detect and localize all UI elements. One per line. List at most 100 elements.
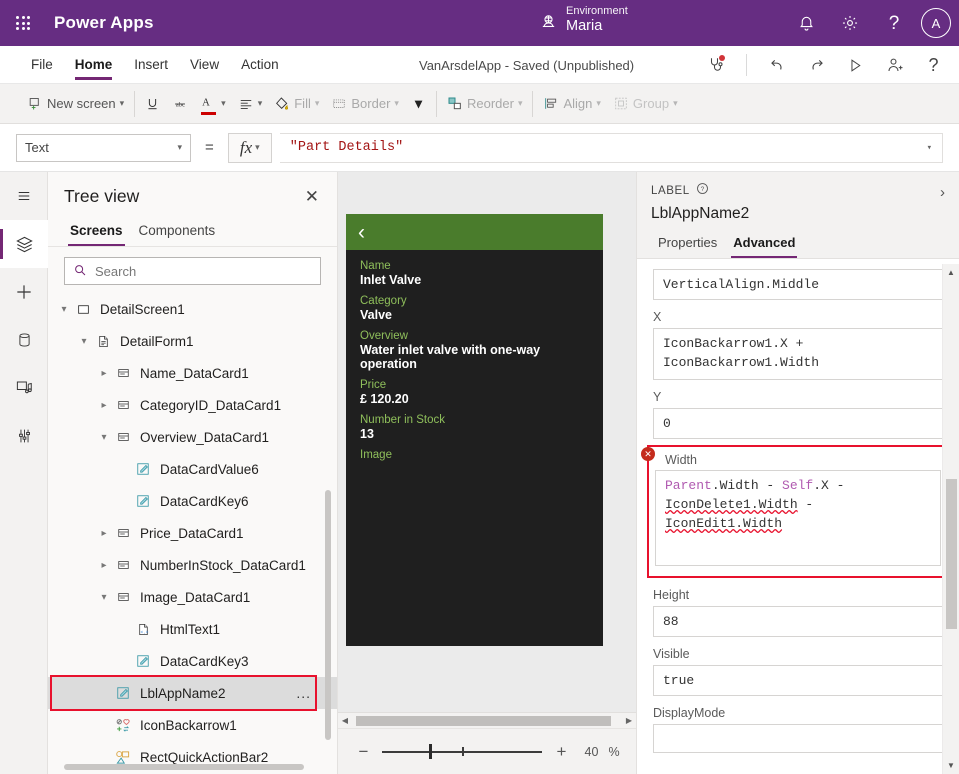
tree-node-overflow-menu[interactable]: ... — [296, 685, 311, 701]
tree-node-selected[interactable]: LblAppName2... — [48, 677, 337, 709]
formula-input[interactable]: "Part Details" ▾ — [280, 133, 943, 163]
tab-properties[interactable]: Properties — [651, 231, 724, 258]
tree-node-label: Image_DataCard1 — [134, 590, 250, 605]
new-screen-button[interactable]: New screen ▾ — [22, 89, 130, 119]
environment-selector[interactable]: Environment Maria — [540, 4, 628, 35]
chevron-down-icon: ▾ — [221, 98, 226, 109]
fx-dropdown-button[interactable]: fx ▾ — [228, 133, 272, 163]
underline-icon[interactable] — [139, 89, 166, 119]
property-input-verticalalign[interactable]: VerticalAlign.Middle — [653, 269, 943, 300]
border-button[interactable]: Border ▾ — [325, 89, 405, 119]
property-input-visible[interactable]: true — [653, 665, 943, 696]
chevron-down-icon[interactable]: ▾ — [927, 143, 932, 153]
label-edit-icon — [132, 654, 154, 668]
svg-text:abc: abc — [176, 101, 185, 108]
tree-node[interactable]: DataCardValue6 — [48, 453, 337, 485]
tree-node[interactable]: IconBackarrow1 — [48, 709, 337, 741]
tab-advanced[interactable]: Advanced — [726, 231, 802, 258]
canvas-horizontal-scrollbar[interactable]: ◀ ▶ — [338, 712, 636, 728]
media-icon[interactable] — [0, 364, 48, 412]
scroll-right-icon[interactable]: ▶ — [622, 716, 636, 725]
scroll-thumb[interactable] — [946, 479, 957, 629]
zoom-out-button[interactable]: − — [354, 742, 372, 762]
back-arrow-icon[interactable]: ‹ — [358, 222, 365, 243]
tree-view-layers-icon[interactable] — [0, 220, 48, 268]
question-icon[interactable]: ? — [873, 0, 915, 46]
tree-node[interactable]: ▸CategoryID_DataCard1 — [48, 389, 337, 421]
data-cylinder-icon[interactable] — [0, 316, 48, 364]
tab-components[interactable]: Components — [133, 219, 222, 246]
strikethrough-icon[interactable]: abc — [166, 89, 194, 119]
tree-node[interactable]: DataCardKey6 — [48, 485, 337, 517]
align-button[interactable]: Align ▾ — [537, 89, 606, 119]
properties-scrollbar[interactable]: ▲ ▼ — [942, 264, 959, 774]
app-checker-icon[interactable] — [696, 46, 735, 84]
scroll-left-icon[interactable]: ◀ — [338, 716, 352, 725]
bell-icon[interactable] — [785, 0, 827, 46]
gear-icon[interactable] — [829, 0, 871, 46]
tree-node[interactable]: DataCardKey3 — [48, 645, 337, 677]
help-question-icon[interactable]: ? — [914, 46, 953, 84]
property-input-displaymode[interactable] — [653, 724, 943, 753]
environment-icon — [540, 13, 557, 35]
chevron-down-icon[interactable]: ▾ — [96, 432, 112, 443]
app-preview-screen[interactable]: ‹ NameInlet ValveCategoryValveOverviewWa… — [346, 214, 603, 646]
tree-node[interactable]: <.>HtmlText1 — [48, 613, 337, 645]
chevron-down-icon[interactable]: ▾ — [56, 304, 72, 315]
tree-node[interactable]: ▾DetailScreen1 — [48, 293, 337, 325]
menu-item-insert[interactable]: Insert — [123, 46, 179, 84]
scroll-track[interactable] — [352, 716, 622, 726]
new-screen-label: New screen — [47, 96, 116, 111]
property-selector-dropdown[interactable]: Text ▾ — [16, 134, 191, 162]
chevron-down-icon[interactable]: ▾ — [76, 336, 92, 347]
hamburger-menu-icon[interactable] — [0, 172, 48, 220]
close-icon[interactable]: ✕ — [301, 186, 323, 207]
undo-icon[interactable] — [758, 46, 797, 84]
reorder-button[interactable]: Reorder ▾ — [441, 89, 529, 119]
zoom-slider-thumb[interactable] — [429, 744, 432, 759]
search-input[interactable]: Search — [64, 257, 321, 285]
preview-play-icon[interactable] — [836, 46, 875, 84]
menu-item-action[interactable]: Action — [230, 46, 290, 84]
zoom-in-button[interactable]: + — [552, 742, 570, 762]
chevron-right-icon[interactable]: ▸ — [96, 528, 112, 539]
tree-node[interactable]: ▸NumberInStock_DataCard1 — [48, 549, 337, 581]
tree-node[interactable]: ▾ Image_DataCard1 — [48, 581, 337, 613]
property-input-width[interactable]: Parent.Width - Self.X - IconDelete1.Widt… — [655, 470, 941, 566]
menu-item-file[interactable]: File — [20, 46, 64, 84]
redo-icon[interactable] — [797, 46, 836, 84]
chevron-right-icon[interactable]: › — [940, 184, 945, 201]
fill-button[interactable]: Fill ▾ — [268, 89, 325, 119]
chevron-right-icon[interactable]: ▸ — [96, 368, 112, 379]
property-input-y[interactable]: 0 — [653, 408, 943, 439]
more-formatting-icon[interactable]: ▾ — [405, 89, 432, 119]
align-label: Align — [563, 96, 592, 111]
waffle-grid-icon[interactable] — [0, 0, 46, 46]
zoom-slider[interactable] — [382, 745, 542, 759]
scroll-up-icon[interactable]: ▲ — [943, 264, 959, 281]
advanced-tools-icon[interactable] — [0, 412, 48, 460]
help-circle-icon[interactable]: ? — [696, 182, 709, 200]
text-align-icon[interactable]: ▾ — [232, 89, 269, 119]
menu-item-home[interactable]: Home — [64, 46, 124, 84]
tree-node[interactable]: ▾DetailForm1 — [48, 325, 337, 357]
tree-vertical-scrollbar[interactable] — [325, 490, 331, 740]
chevron-right-icon[interactable]: ▸ — [96, 400, 112, 411]
property-input-x[interactable]: IconBackarrow1.X + IconBackarrow1.Width — [653, 328, 943, 380]
scroll-down-icon[interactable]: ▼ — [943, 757, 959, 774]
tree-node[interactable]: ▸Name_DataCard1 — [48, 357, 337, 389]
avatar[interactable]: A — [921, 8, 951, 38]
tab-screens[interactable]: Screens — [64, 219, 129, 246]
datacard-icon — [112, 367, 134, 379]
chevron-down-icon[interactable]: ▾ — [96, 592, 112, 603]
scroll-thumb[interactable] — [356, 716, 611, 726]
menu-item-view[interactable]: View — [179, 46, 230, 84]
share-user-icon[interactable] — [875, 46, 914, 84]
tree-node[interactable]: ▾Overview_DataCard1 — [48, 421, 337, 453]
chevron-right-icon[interactable]: ▸ — [96, 560, 112, 571]
insert-plus-icon[interactable] — [0, 268, 48, 316]
font-color-icon[interactable]: A ▾ — [194, 89, 232, 119]
tree-node[interactable]: ▸Price_DataCard1 — [48, 517, 337, 549]
tree-horizontal-scrollbar[interactable] — [64, 764, 304, 770]
property-input-height[interactable]: 88 — [653, 606, 943, 637]
